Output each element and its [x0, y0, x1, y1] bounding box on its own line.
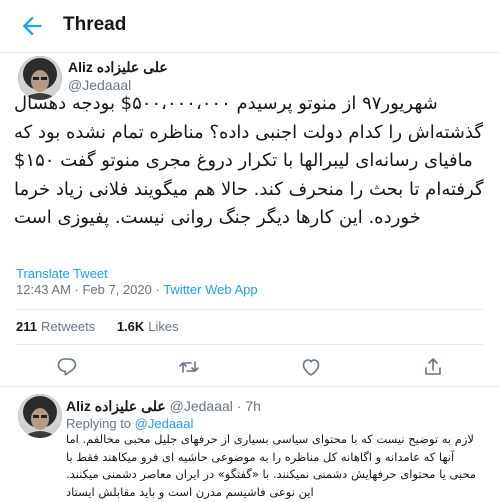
reply-tweet[interactable]: Aliz علی علیزاده @Jedaaal · 7h Replying … — [0, 386, 500, 502]
tweet-timestamp: 12:43 AM · Feb 7, 2020 · — [16, 282, 164, 297]
likes-label: Likes — [148, 319, 179, 334]
page-title: Thread — [63, 14, 127, 35]
divider — [16, 309, 484, 310]
retweet-icon[interactable] — [177, 355, 201, 379]
replying-label: Replying to — [66, 416, 135, 431]
avatar[interactable] — [18, 394, 62, 438]
reply-author-name[interactable]: Aliz علی علیزاده — [66, 398, 166, 414]
divider — [16, 344, 484, 345]
tweet-metadata: 12:43 AM · Feb 7, 2020 · Twitter Web App — [16, 282, 258, 297]
retweets-stat[interactable]: 211 Retweets — [16, 319, 95, 334]
reply-text: لازم به توضیح نیست که با محتوای سیاسی بس… — [66, 432, 477, 499]
share-icon[interactable] — [421, 355, 445, 379]
like-icon[interactable] — [299, 355, 323, 379]
likes-count: 1.6K — [116, 319, 145, 334]
tweet-text: شهریور۹۷ از منوتو پرسیدم ۵۰۰،۰۰۰،۰۰۰$ بو… — [14, 93, 484, 228]
main-tweet: Aliz علی علیزاده @Jedaaal شهریور۹۷ از من… — [0, 52, 500, 387]
retweets-label: Retweets — [40, 319, 96, 334]
reply-author: Aliz علی علیزاده @Jedaaal · 7h — [66, 398, 261, 415]
reply-author-meta: @Jedaaal · 7h — [165, 398, 261, 414]
author-name[interactable]: Aliz علی علیزاده — [68, 59, 168, 76]
thread-header: Thread — [0, 0, 500, 53]
retweets-count: 211 — [16, 319, 37, 334]
tweet-actions — [0, 351, 500, 383]
tweet-stats: 211 Retweets 1.6K Likes — [16, 319, 197, 334]
tweet-source-link[interactable]: Twitter Web App — [163, 282, 257, 297]
reply-icon[interactable] — [55, 355, 79, 379]
translate-tweet-link[interactable]: Translate Tweet — [16, 266, 108, 281]
likes-stat[interactable]: 1.6K Likes — [117, 319, 179, 334]
back-arrow-icon[interactable] — [18, 12, 46, 40]
replying-to-handle[interactable]: @Jedaaal — [135, 416, 194, 431]
replying-to: Replying to @Jedaaal — [66, 416, 193, 431]
